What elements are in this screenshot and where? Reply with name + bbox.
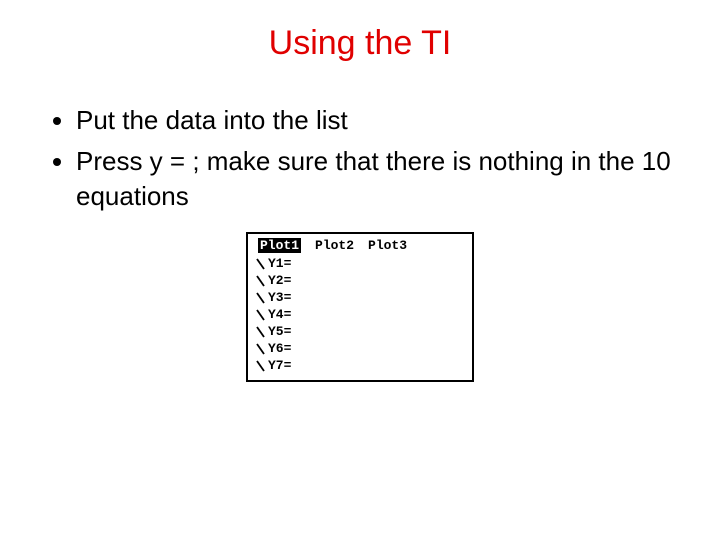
backslash-icon (256, 309, 266, 321)
equation-label: Y7= (268, 357, 291, 374)
equation-row: Y5= (256, 323, 466, 340)
plot-header: Plot1 Plot2 Plot3 (258, 238, 466, 253)
equation-label: Y2= (268, 272, 291, 289)
equation-row: Y3= (256, 289, 466, 306)
equation-label: Y5= (268, 323, 291, 340)
calculator-screenshot: Plot1 Plot2 Plot3 Y1= Y2= Y3= Y4= (0, 232, 720, 382)
backslash-icon (256, 360, 266, 372)
equation-row: Y6= (256, 340, 466, 357)
slide: Using the TI Put the data into the list … (0, 0, 720, 540)
bullet-item: Press y = ; make sure that there is noth… (76, 144, 672, 214)
equation-label: Y4= (268, 306, 291, 323)
equation-label: Y3= (268, 289, 291, 306)
equation-label: Y6= (268, 340, 291, 357)
backslash-icon (256, 275, 266, 287)
bullet-list: Put the data into the list Press y = ; m… (48, 103, 672, 214)
bullet-item: Put the data into the list (76, 103, 672, 138)
backslash-icon (256, 343, 266, 355)
backslash-icon (256, 292, 266, 304)
slide-title: Using the TI (0, 0, 720, 63)
equation-row: Y1= (256, 255, 466, 272)
backslash-icon (256, 326, 266, 338)
equation-label: Y1= (268, 255, 291, 272)
calculator-screen: Plot1 Plot2 Plot3 Y1= Y2= Y3= Y4= (246, 232, 474, 382)
equation-row: Y7= (256, 357, 466, 374)
equation-row: Y4= (256, 306, 466, 323)
plot-tab: Plot2 (315, 238, 354, 253)
plot-tab-selected: Plot1 (258, 238, 301, 253)
backslash-icon (256, 258, 266, 270)
equation-row: Y2= (256, 272, 466, 289)
plot-tab: Plot3 (368, 238, 407, 253)
